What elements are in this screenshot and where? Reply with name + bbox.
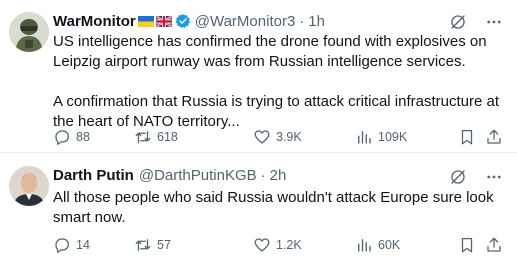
tweet-header: Darth Putin @DarthPutinKGB · 2h — [53, 165, 286, 185]
views-button[interactable]: 60K — [355, 236, 400, 254]
heart-icon — [254, 238, 270, 252]
avatar[interactable] — [9, 12, 49, 52]
tweet-paragraph: All those people who said Russia wouldn'… — [53, 189, 494, 226]
tweet-action-bar: 88 618 3.9K 109K — [53, 128, 503, 148]
display-name[interactable]: WarMonitor — [53, 13, 136, 30]
like-button[interactable]: 3.9K — [253, 128, 302, 146]
repost-count: 618 — [157, 130, 178, 144]
like-button[interactable]: 1.2K — [253, 236, 302, 254]
portrait-avatar-icon — [9, 166, 49, 206]
bookmark-icon — [461, 129, 473, 145]
more-options-icon[interactable] — [485, 13, 503, 31]
timestamp[interactable]: 2h — [270, 167, 287, 184]
reply-icon — [55, 130, 70, 145]
grok-icon[interactable] — [449, 168, 467, 186]
bookmark-button[interactable] — [458, 128, 476, 146]
tweet[interactable]: WarMonitor @WarMonitor3 · 1h US intellig… — [0, 0, 517, 153]
tweet-paragraph: US intelligence has confirmed the drone … — [53, 33, 487, 70]
share-button[interactable] — [485, 128, 503, 146]
reply-icon — [55, 238, 70, 253]
tweet-action-bar: 14 57 1.2K 60K — [53, 236, 503, 256]
separator-dot: · — [260, 166, 266, 184]
share-icon — [487, 129, 501, 144]
tweet[interactable]: Darth Putin @DarthPutinKGB · 2h All thos… — [0, 153, 517, 261]
share-icon — [487, 237, 501, 252]
repost-icon — [135, 131, 151, 143]
grok-icon[interactable] — [449, 13, 467, 31]
soldier-avatar-icon — [9, 12, 49, 52]
verified-badge-icon — [175, 13, 191, 29]
views-button[interactable]: 109K — [355, 128, 407, 146]
analytics-icon — [358, 239, 371, 252]
bookmark-button[interactable] — [458, 236, 476, 254]
like-count: 3.9K — [276, 130, 302, 144]
tweet-top-actions — [449, 13, 503, 31]
timestamp[interactable]: 1h — [308, 13, 325, 30]
handle[interactable]: @DarthPutinKGB — [139, 167, 257, 184]
avatar[interactable] — [9, 166, 49, 206]
repost-count: 57 — [157, 238, 171, 252]
repost-button[interactable]: 57 — [134, 236, 171, 254]
repost-button[interactable]: 618 — [134, 128, 178, 146]
display-name[interactable]: Darth Putin — [53, 167, 134, 184]
view-count: 60K — [378, 238, 401, 252]
more-options-icon[interactable] — [485, 168, 503, 186]
repost-icon — [135, 239, 151, 251]
uk-flag-icon — [155, 15, 172, 27]
tweet-paragraph: A confirmation that Russia is trying to … — [53, 93, 500, 130]
heart-icon — [254, 130, 270, 144]
reply-count: 14 — [76, 238, 90, 252]
ukraine-flag-icon — [137, 15, 154, 27]
tweet-text: US intelligence has confirmed the drone … — [53, 32, 505, 132]
tweet-top-actions — [449, 168, 503, 186]
reply-count: 88 — [76, 130, 90, 144]
separator-dot: · — [299, 12, 305, 30]
tweet-text: All those people who said Russia wouldn'… — [53, 188, 505, 228]
share-button[interactable] — [485, 236, 503, 254]
handle[interactable]: @WarMonitor3 — [195, 13, 296, 30]
tweet-header: WarMonitor @WarMonitor3 · 1h — [53, 11, 325, 31]
bookmark-icon — [461, 237, 473, 253]
view-count: 109K — [378, 130, 408, 144]
reply-button[interactable]: 88 — [53, 128, 90, 146]
flag-emojis — [137, 15, 172, 27]
like-count: 1.2K — [276, 238, 302, 252]
reply-button[interactable]: 14 — [53, 236, 90, 254]
analytics-icon — [358, 131, 371, 144]
